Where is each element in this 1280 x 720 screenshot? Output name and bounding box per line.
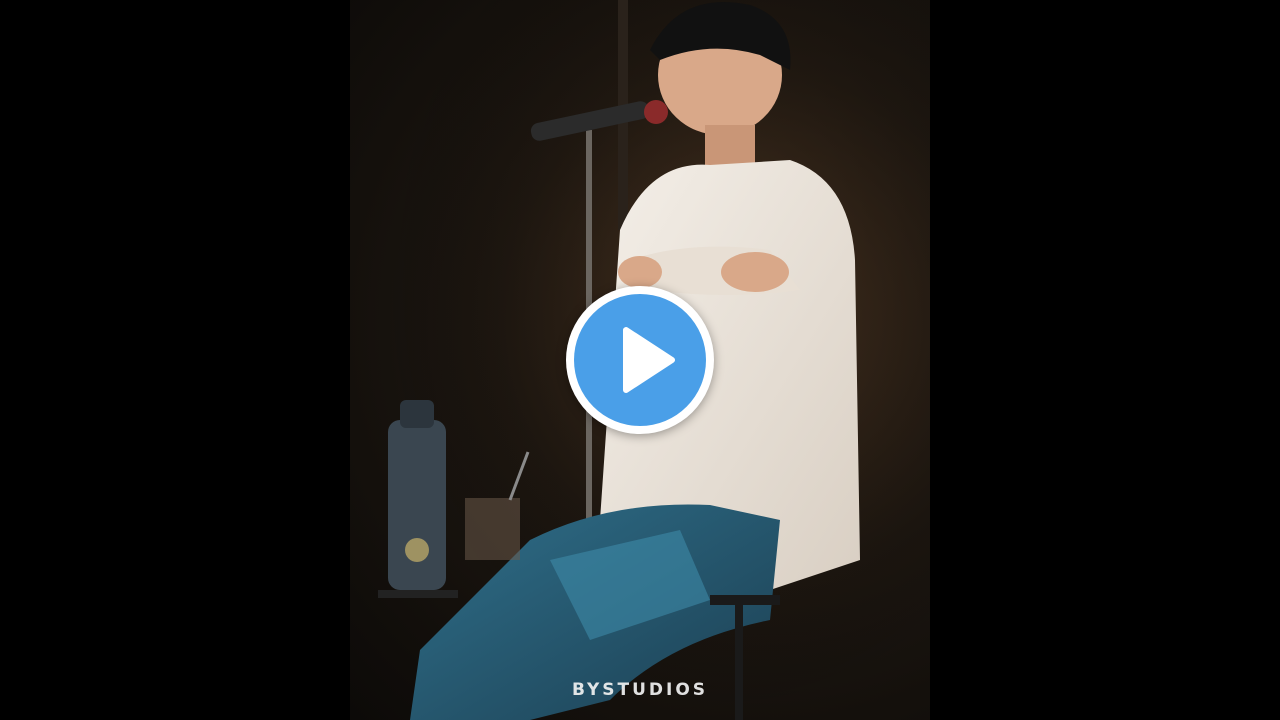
play-icon[interactable] (574, 294, 706, 426)
watermark-text: BYSTUDIOS (571, 680, 709, 700)
play-button[interactable] (566, 286, 714, 434)
play-button-circle[interactable] (574, 294, 706, 426)
video-player[interactable]: BYSTUDIOS (0, 0, 1280, 720)
